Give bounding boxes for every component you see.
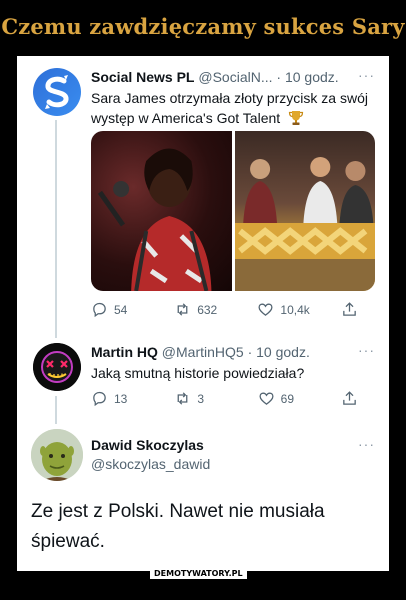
trophy-icon	[288, 111, 304, 125]
social-news-logo-icon	[45, 75, 69, 109]
tweet-header-handle: @skoczylas_dawid	[91, 456, 210, 472]
demotywatory-watermark: DEMOTYWATORY.PL	[150, 568, 247, 579]
martin-hq-avatar[interactable]	[33, 343, 81, 391]
tweet-text: Sara James otrzymała złoty przycisk za s…	[91, 88, 376, 128]
tweet-body: Sara James otrzymała złoty przycisk za s…	[91, 90, 368, 126]
dawid-skoczylas-avatar[interactable]	[31, 429, 83, 481]
tweet-main-text-line1: Ze jest z Polski. Nawet nie musiała	[31, 501, 325, 522]
tweet-actions: 54 632 10,4k	[91, 301, 361, 318]
heart-icon	[258, 303, 273, 316]
more-options-icon[interactable]: ···	[358, 67, 375, 83]
thread-line	[55, 396, 57, 424]
author-name[interactable]: Martin HQ	[91, 344, 158, 360]
tweet-actions: 13 3 69	[91, 390, 361, 407]
like-button[interactable]: 69	[258, 390, 310, 407]
author-name[interactable]: Social News PL	[91, 69, 194, 85]
tweet-body: Jaką smutną historie powiedziała?	[91, 365, 305, 381]
author-handle[interactable]: @MartinHQ5	[162, 344, 244, 360]
tweet-main-text: Ze jest z Polski. Nawet nie musiała śpie…	[31, 497, 376, 557]
author-name[interactable]: Dawid Skoczylas	[91, 437, 204, 453]
tweet-time[interactable]: · 10 godz.	[248, 344, 310, 360]
performer-illustration	[97, 148, 212, 291]
tweet-time[interactable]: · 10 godz.	[276, 69, 338, 85]
like-count: 10,4k	[280, 302, 310, 317]
more-options-icon[interactable]: ···	[358, 436, 375, 452]
performer-photo[interactable]	[91, 131, 232, 291]
heart-icon	[259, 392, 274, 405]
author-handle[interactable]: @SocialN...	[198, 69, 272, 85]
judges-photo[interactable]	[234, 131, 375, 291]
reply-button[interactable]: 54	[91, 301, 143, 318]
shrek-avatar-icon	[31, 429, 83, 481]
reply-icon	[93, 302, 106, 318]
share-icon	[343, 391, 356, 405]
tweet-header: Martin HQ @MartinHQ5 · 10 godz.	[91, 344, 310, 360]
tweet-media[interactable]	[91, 131, 375, 291]
reply-count: 54	[114, 302, 128, 317]
like-button[interactable]: 10,4k	[257, 301, 310, 318]
purge-mask-icon	[33, 343, 81, 391]
author-handle[interactable]: @skoczylas_dawid	[91, 456, 210, 472]
social-news-avatar[interactable]	[33, 68, 81, 116]
tweet-header: Social News PL @SocialN... · 10 godz.	[91, 69, 339, 85]
retweet-icon	[177, 303, 188, 316]
retweet-count: 3	[197, 391, 205, 406]
tweet-thread-card: Social News PL @SocialN... · 10 godz. ··…	[17, 56, 389, 571]
retweet-button[interactable]: 632	[174, 301, 226, 318]
reply-button[interactable]: 13	[91, 390, 143, 407]
thread-line	[55, 120, 57, 338]
reply-count: 13	[114, 391, 128, 406]
share-button[interactable]	[341, 390, 361, 407]
retweet-icon	[177, 392, 188, 405]
retweet-button[interactable]: 3	[174, 390, 226, 407]
reply-icon	[93, 391, 106, 407]
judges-illustration	[234, 157, 375, 291]
like-count: 69	[280, 391, 295, 406]
more-options-icon[interactable]: ···	[358, 342, 375, 358]
tweet-main-text-line2: śpiewać.	[31, 531, 105, 552]
tweet-header: Dawid Skoczylas	[91, 437, 204, 453]
share-button[interactable]	[341, 301, 361, 318]
share-icon	[343, 302, 356, 316]
retweet-count: 632	[197, 302, 218, 317]
meme-title: Czemu zawdzięczamy sukces Sary	[1, 14, 405, 39]
